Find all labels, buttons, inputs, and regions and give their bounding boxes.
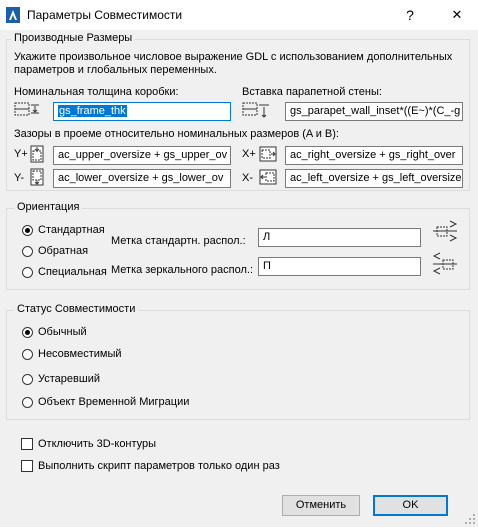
- radio-obsolete[interactable]: [22, 374, 33, 385]
- run-once-checkbox[interactable]: [21, 460, 33, 472]
- status-migration-label: Объект Временной Миграции: [38, 396, 190, 408]
- parapet-inset-label: Вставка парапетной стены:: [242, 86, 382, 98]
- title-bar: Параметры Совместимости ? ✕: [0, 0, 478, 30]
- upper-gap-prefix: Y+: [14, 148, 28, 160]
- left-gap-prefix: X-: [242, 172, 253, 184]
- run-once-label: Выполнить скрипт параметров только один …: [38, 460, 280, 472]
- std-tag-label: Метка стандартн. распол.:: [111, 235, 246, 247]
- lower-gap-prefix: Y-: [14, 172, 24, 184]
- ok-button[interactable]: OK: [373, 495, 448, 516]
- close-button[interactable]: ✕: [440, 0, 474, 30]
- compat-status-title: Статус Совместимости: [14, 303, 139, 315]
- upper-gap-input[interactable]: ac_upper_oversize + gs_upper_ov: [53, 146, 231, 165]
- gaps-label: Зазоры в проеме относительно номинальных…: [14, 128, 339, 140]
- disable-3d-label: Отключить 3D-контуры: [38, 438, 157, 450]
- window-title: Параметры Совместимости: [27, 8, 183, 22]
- orientation-special-label: Специальная: [38, 266, 107, 278]
- lower-gap-icon: [30, 168, 44, 186]
- derived-sizes-description: Укажите произвольное числовое выражение …: [14, 51, 453, 76]
- status-normal-label: Обычный: [38, 326, 87, 338]
- radio-incompatible[interactable]: [22, 349, 33, 360]
- mirror-tag-label: Метка зеркального распол.:: [111, 264, 254, 276]
- standard-placement-icon: [433, 220, 458, 242]
- status-incompatible-label: Несовместимый: [38, 348, 122, 360]
- nominal-thickness-input[interactable]: gs_frame_thk: [53, 102, 231, 121]
- parapet-inset-input[interactable]: gs_parapet_wall_inset*((E~)*(C_-g: [285, 102, 463, 121]
- mirror-placement-icon: [432, 252, 457, 275]
- lower-gap-input[interactable]: ac_lower_oversize + gs_lower_ov: [53, 169, 231, 188]
- resize-grip-icon[interactable]: [464, 513, 476, 525]
- derived-sizes-title: Производные Размеры: [11, 32, 136, 44]
- disable-3d-checkbox[interactable]: [21, 438, 33, 450]
- help-button[interactable]: ?: [393, 0, 427, 30]
- orientation-title: Ориентация: [14, 201, 83, 213]
- cancel-button[interactable]: Отменить: [282, 495, 360, 516]
- frame-thickness-icon: [14, 102, 39, 116]
- right-gap-icon: [259, 146, 277, 162]
- right-gap-input[interactable]: ac_right_oversize + gs_right_over: [285, 146, 463, 165]
- nominal-thickness-label: Номинальная толщина коробки:: [14, 86, 179, 98]
- orientation-reverse-label: Обратная: [38, 245, 89, 257]
- upper-gap-icon: [30, 145, 44, 163]
- left-gap-input[interactable]: ac_left_oversize + gs_left_oversize: [285, 169, 463, 188]
- archicad-app-icon: [6, 7, 20, 23]
- radio-normal[interactable]: [22, 327, 33, 338]
- status-obsolete-label: Устаревший: [38, 373, 100, 385]
- mirror-tag-input[interactable]: П: [258, 257, 421, 276]
- left-gap-icon: [259, 169, 277, 185]
- radio-special[interactable]: [22, 267, 33, 278]
- orientation-standard-label: Стандартная: [38, 224, 105, 236]
- parapet-inset-icon: [242, 102, 269, 118]
- radio-standard[interactable]: [22, 225, 33, 236]
- radio-reverse[interactable]: [22, 246, 33, 257]
- right-gap-prefix: X+: [242, 148, 256, 160]
- std-tag-input[interactable]: Л: [258, 228, 421, 247]
- radio-migration[interactable]: [22, 397, 33, 408]
